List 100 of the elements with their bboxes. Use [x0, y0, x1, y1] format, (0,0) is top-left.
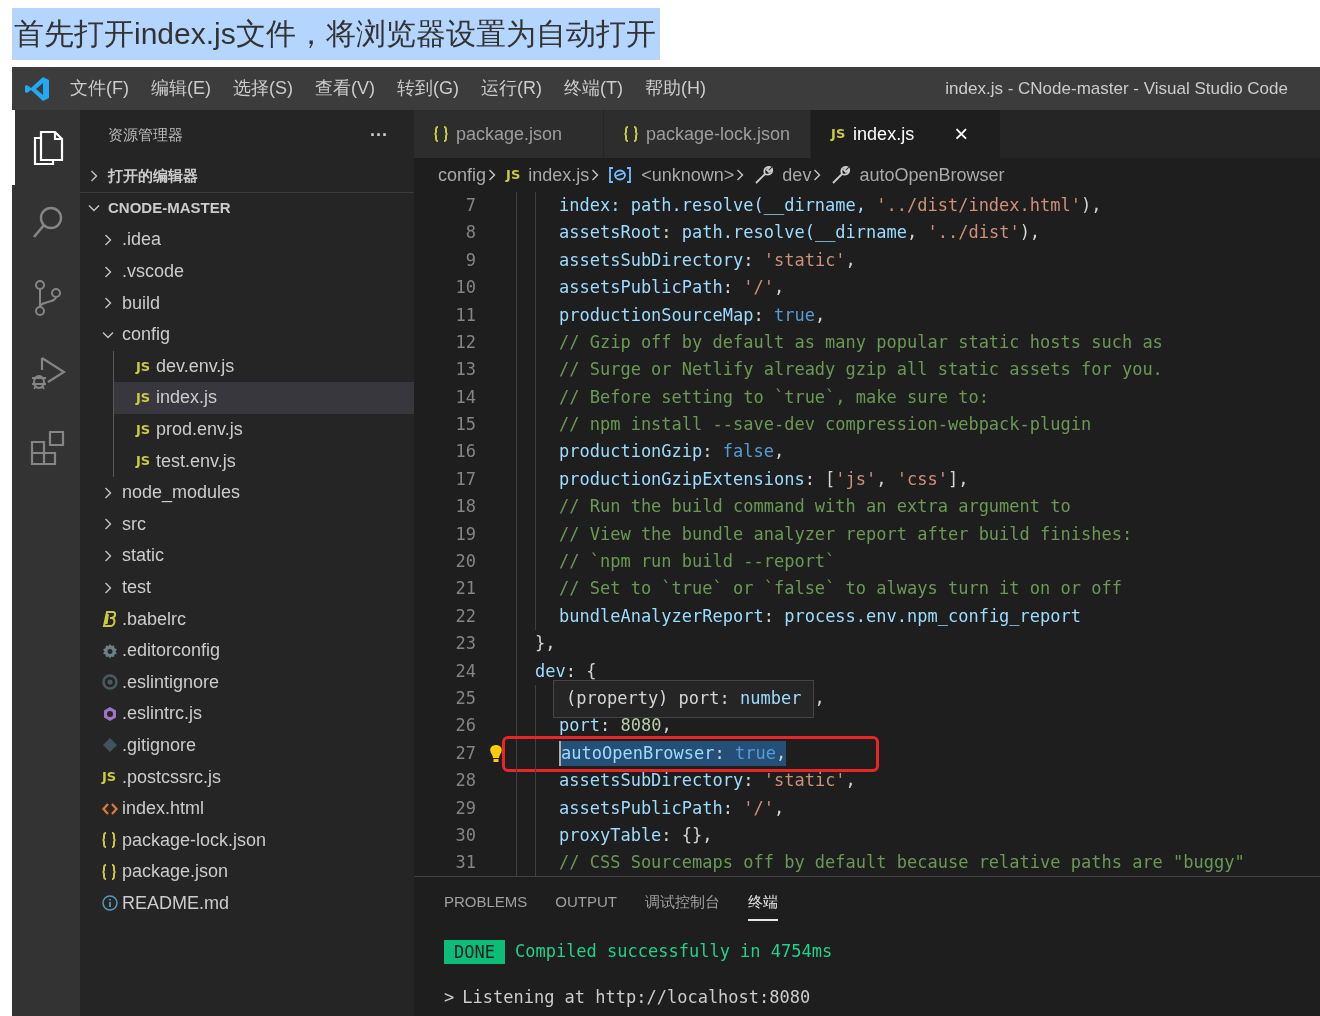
code-line: assetsRoot: path.resolve(__dirname, '../dist'),	[559, 221, 1041, 245]
code-line: proxyTable: {},	[559, 823, 713, 847]
line-number: 19	[454, 522, 476, 546]
menu-item[interactable]: 编辑(E)	[151, 75, 211, 102]
line-number: 12	[454, 330, 476, 354]
code-line: // `npm run build --report`	[559, 550, 836, 573]
braces-icon	[624, 126, 638, 142]
code-line: // Set to `true` or `false` to always turn it on or off	[559, 577, 1122, 601]
breadcrumb-item[interactable]: index.js	[528, 161, 590, 189]
folder-item[interactable]: src	[80, 508, 414, 541]
menu-item[interactable]: 终端(T)	[564, 75, 623, 102]
line-number: 20	[454, 550, 476, 573]
file-item[interactable]: JS dev.env.js	[114, 350, 414, 383]
file-item[interactable]: JS prod.env.js	[114, 413, 414, 446]
line-number: 25	[454, 686, 476, 710]
code-line: ,	[814, 686, 825, 710]
code-line: bundleAnalyzerReport: process.env.npm_config_report	[559, 604, 1081, 628]
folder-item[interactable]: .vscode	[80, 255, 414, 288]
file-item[interactable]: package.json	[80, 856, 414, 888]
line-number: 9	[464, 248, 476, 272]
diamond-icon	[102, 737, 118, 754]
caption: 首先打开index.js文件，将浏览器设置为自动打开	[12, 7, 660, 60]
code-line: assetsPublicPath: '/',	[559, 276, 785, 300]
chevron-right-icon	[102, 265, 114, 278]
line-number: 11	[454, 303, 476, 327]
menu-item[interactable]: 文件(F)	[70, 75, 129, 102]
menu-item[interactable]: 转到(G)	[397, 75, 459, 102]
braces-icon	[102, 863, 116, 880]
braces-icon	[102, 832, 116, 849]
folder-item[interactable]: .idea	[80, 224, 414, 256]
line-number: 8	[464, 221, 476, 245]
menu-item[interactable]: 帮助(H)	[644, 75, 706, 102]
breadcrumb-item[interactable]: autoOpenBrowser	[859, 161, 1005, 189]
breadcrumb-item[interactable]: dev	[782, 161, 812, 189]
file-item[interactable]: README.md	[80, 887, 414, 920]
status-badge: DONE	[444, 939, 505, 964]
panel-tab[interactable]: PROBLEMS	[444, 884, 528, 922]
line-number: 22	[454, 604, 476, 628]
line-number: 29	[454, 796, 476, 820]
line-number: 24	[454, 659, 476, 683]
line-number: 13	[454, 358, 476, 382]
panel-tab[interactable]: OUTPUT	[555, 884, 618, 922]
editor-tab[interactable]: JS index.js ×	[811, 110, 1002, 158]
js-file-icon: JS	[136, 419, 156, 440]
file-item[interactable]: JS .postcssrc.js	[80, 761, 414, 793]
code-line: productionSourceMap: true,	[559, 303, 826, 327]
file-item[interactable]: .eslintignore	[80, 666, 414, 699]
file-item[interactable]: .eslintrc.js	[80, 698, 414, 730]
code-line: },	[535, 632, 556, 656]
file-item[interactable]: .editorconfig	[80, 634, 414, 667]
section-header[interactable]: 打开的编辑器	[80, 160, 414, 192]
chevron-right-icon	[102, 518, 114, 531]
folder-item[interactable]: node_modules	[80, 476, 414, 509]
code-line: assetsSubDirectory: 'static',	[559, 769, 856, 793]
line-number: 21	[454, 577, 476, 601]
code-line: // npm install --save-dev compression-webpack-plugin	[559, 413, 1092, 437]
panel-tab[interactable]: 调试控制台	[645, 884, 721, 922]
code-line: assetsSubDirectory: 'static',	[559, 248, 856, 272]
close-button[interactable]: ×	[954, 116, 969, 152]
folder-item[interactable]: config	[80, 318, 414, 351]
braces-icon	[434, 126, 448, 142]
code-line: productionGzip: false,	[559, 440, 785, 464]
code-line: // Surge or Netlify already gzip all static assets for you.	[559, 358, 1163, 382]
menu-item[interactable]: 选择(S)	[233, 75, 293, 102]
menu-item[interactable]: 运行(R)	[481, 75, 542, 102]
editor-tab[interactable]: package.json	[414, 110, 604, 158]
line-number: 16	[454, 440, 476, 464]
folder-item[interactable]: static	[80, 540, 414, 572]
more-actions-button[interactable]: ···	[370, 121, 388, 149]
js-file-icon: JS	[136, 451, 156, 471]
file-item[interactable]: JS index.js	[114, 382, 414, 414]
chevron-right-icon	[102, 234, 114, 246]
breadcrumb-item[interactable]: <unknown>	[641, 161, 735, 189]
breadcrumb-item[interactable]: config	[438, 161, 487, 189]
file-item[interactable]: .babelrc	[80, 603, 414, 635]
terminal-line: Listening at http://localhost:8080	[462, 985, 811, 1009]
code-line: // View the bundle analyzer report after build finishes:	[559, 522, 1133, 546]
code-line: assetsPublicPath: '/',	[559, 796, 785, 820]
section-header[interactable]: CNODE-MASTER	[80, 192, 414, 225]
panel-tab[interactable]: 终端	[748, 884, 779, 922]
file-item[interactable]: index.html	[80, 792, 414, 825]
file-item[interactable]: JS test.env.js	[114, 445, 414, 477]
chevron-right-icon	[102, 486, 114, 499]
line-number: 31	[454, 851, 476, 875]
folder-item[interactable]: test	[80, 571, 414, 604]
code-line: // Before setting to `true`, make sure to:	[559, 385, 989, 409]
folder-item[interactable]: build	[80, 287, 414, 319]
code-line: index: path.resolve(__dirname, '../dist/index.html'),	[559, 193, 1102, 217]
hover-tooltip: (property) port: number	[553, 679, 815, 718]
sidebar-title: 资源管理器	[108, 124, 183, 145]
window-title: index.js - CNode-master - Visual Studio Code	[945, 77, 1288, 100]
info-icon	[102, 895, 118, 912]
app-logo-icon	[24, 75, 50, 102]
line-number: 15	[454, 413, 476, 437]
menu-item[interactable]: 查看(V)	[315, 75, 375, 102]
js-file-icon: JS	[136, 356, 156, 377]
file-item[interactable]: .gitignore	[80, 729, 414, 762]
editor-tab[interactable]: package-lock.json	[604, 110, 812, 158]
lightbulb-icon[interactable]	[489, 743, 503, 764]
file-item[interactable]: package-lock.json	[80, 824, 414, 857]
